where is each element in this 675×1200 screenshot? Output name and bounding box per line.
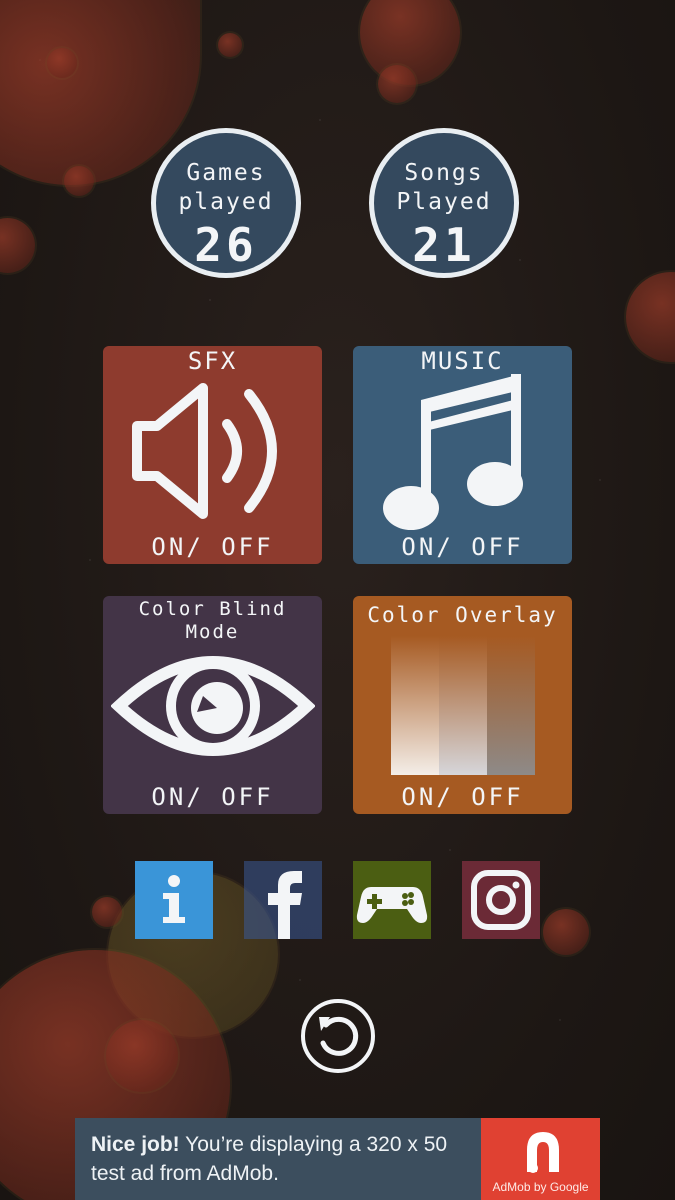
songs-played-count: 21 (412, 218, 476, 272)
bg-bubble (543, 909, 589, 955)
color-overlay-toggle[interactable]: Color Overlay ON/ OFF (353, 596, 572, 814)
games-played-count: 26 (194, 218, 258, 272)
games-played-label: Games played (178, 160, 274, 215)
songs-played-label: Songs Played (396, 160, 492, 215)
sfx-title: SFX (187, 347, 238, 375)
bg-bubble (64, 166, 94, 196)
bg-bubble (92, 897, 122, 927)
admob-caption: AdMob by Google (492, 1180, 589, 1194)
instagram-icon (471, 870, 531, 930)
ad-banner[interactable]: Nice job! You’re displaying a 320 x 50 t… (75, 1118, 600, 1200)
ad-text: Nice job! You’re displaying a 320 x 50 t… (91, 1130, 481, 1188)
color-overlay-title: Color Overlay (367, 603, 558, 627)
bg-bubble (106, 1020, 178, 1092)
eye-icon (111, 656, 315, 756)
info-button[interactable] (135, 861, 213, 939)
color-overlay-state: ON/ OFF (401, 783, 524, 811)
color-blind-title: Color Blind Mode (138, 598, 287, 643)
color-blind-toggle[interactable]: Color Blind Mode ON/ OFF (103, 596, 322, 814)
facebook-icon (268, 871, 302, 939)
instagram-button[interactable] (462, 861, 540, 939)
admob-icon (527, 1132, 559, 1173)
admob-logo: AdMob by Google (481, 1118, 600, 1200)
ad-headline: Nice job! (91, 1133, 180, 1156)
music-note-icon (383, 374, 523, 530)
info-icon (163, 875, 185, 923)
bg-bubble (47, 48, 77, 78)
overlay-swatch-warm (391, 636, 439, 775)
overlay-swatch-gray (487, 636, 535, 775)
game-settings-screen: Games played 26 Songs Played 21 SFX ON/ … (0, 0, 675, 1200)
games-played-badge: Games played 26 (151, 128, 301, 278)
play-games-icon (356, 887, 428, 923)
music-toggle[interactable]: MUSIC ON/ OFF (353, 346, 572, 564)
refresh-icon (301, 999, 375, 1073)
color-blind-state: ON/ OFF (151, 783, 274, 811)
restart-button[interactable] (299, 997, 377, 1075)
speaker-icon (132, 383, 277, 519)
bg-bubble (378, 65, 416, 103)
music-state: ON/ OFF (401, 533, 524, 561)
play-games-button[interactable] (353, 861, 431, 939)
bg-bubble (218, 33, 242, 57)
overlay-swatch-neutral (439, 636, 487, 775)
sfx-toggle[interactable]: SFX ON/ OFF (103, 346, 322, 564)
sfx-state: ON/ OFF (151, 533, 274, 561)
songs-played-badge: Songs Played 21 (369, 128, 519, 278)
facebook-button[interactable] (244, 861, 322, 939)
